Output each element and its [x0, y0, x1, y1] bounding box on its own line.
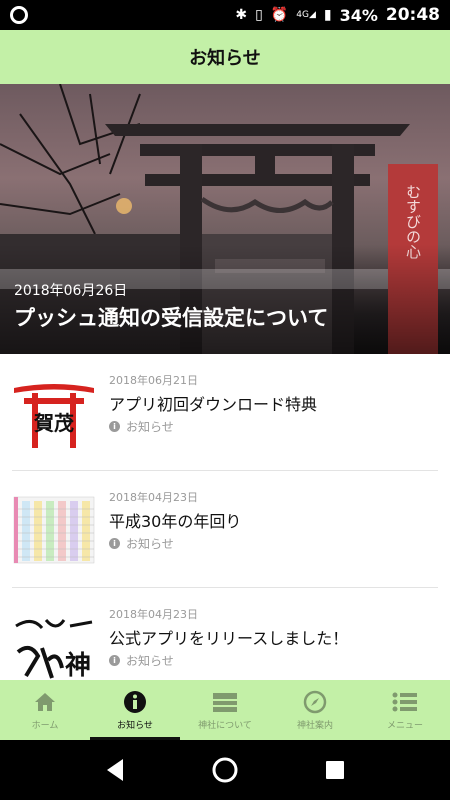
info-icon [123, 690, 147, 714]
recents-icon [326, 761, 344, 779]
battery-icon: ▮ [323, 7, 332, 23]
news-title: アプリ初回ダウンロード特典 [109, 395, 318, 414]
news-thumbnail: 神 [12, 612, 96, 680]
home-icon [33, 690, 57, 714]
tab-label: 神社案内 [296, 720, 333, 731]
news-title: 平成30年の年回り [109, 512, 242, 531]
featured-news-date: 2018年06月26日 [14, 283, 128, 299]
status-bar: ✱ ▯ ⏰ 4G◢ ▮ 34% 20:48 [0, 0, 450, 30]
tab-label: 神社について [198, 720, 252, 731]
tab-label: お知らせ [117, 720, 153, 731]
compass-icon [303, 690, 327, 714]
signal-icon: 4G◢ [296, 10, 316, 20]
news-list: 賀茂 2018年06月21日 アプリ初回ダウンロード特典 i お知らせ 2018… [0, 354, 450, 680]
featured-news-card[interactable]: むすびの心 2018年06月26日 プッシュ通知の受信設定について [0, 84, 450, 354]
featured-news-title: プッシュ通知の受信設定について [14, 306, 329, 330]
back-icon [107, 759, 123, 781]
system-nav-bar [0, 740, 450, 800]
page-title: お知らせ [0, 30, 450, 84]
tab-news[interactable]: お知らせ [90, 680, 180, 740]
thumbnail-calligraphy: 神 [65, 651, 91, 680]
tab-label: メニュー [386, 720, 423, 731]
thumbnail-calligraphy: 賀茂 [33, 411, 74, 435]
shrine-icon [212, 690, 238, 714]
news-category: i お知らせ [109, 418, 438, 435]
info-icon: i [109, 655, 120, 666]
bluetooth-icon: ✱ [235, 7, 248, 23]
info-icon: i [109, 421, 120, 432]
news-thumbnail: 賀茂 [12, 378, 96, 448]
news-date: 2018年04月23日 [109, 608, 198, 621]
news-category: i お知らせ [109, 535, 438, 552]
news-date: 2018年06月21日 [109, 374, 198, 387]
clock: 20:48 [385, 5, 440, 25]
vibrate-icon: ▯ [255, 7, 263, 23]
news-thumbnail [12, 495, 96, 565]
recents-button[interactable] [315, 750, 355, 790]
battery-percent: 34% [339, 5, 378, 25]
list-item[interactable]: 神 2018年04月23日 公式アプリをリリースしました！ i お知らせ [12, 588, 438, 680]
tab-shrine-guide[interactable]: 神社案内 [270, 680, 360, 740]
tab-home[interactable]: ホーム [0, 680, 90, 740]
home-button[interactable] [205, 750, 245, 790]
bottom-tab-bar: ホーム お知らせ 神社について 神社案内 メニュー [0, 680, 450, 740]
status-icons: ✱ ▯ ⏰ 4G◢ ▮ 34% 20:48 [235, 5, 440, 25]
list-item[interactable]: 2018年04月23日 平成30年の年回り i お知らせ [12, 471, 438, 588]
notification-dot-icon [10, 6, 28, 24]
menu-icon [392, 690, 418, 714]
news-title: 公式アプリをリリースしました！ [109, 629, 349, 648]
back-button[interactable] [95, 750, 135, 790]
alarm-icon: ⏰ [270, 7, 289, 23]
news-category: i お知らせ [109, 652, 438, 669]
tab-about-shrine[interactable]: 神社について [180, 680, 270, 740]
tab-label: ホーム [31, 720, 59, 731]
news-date: 2018年04月23日 [109, 491, 198, 504]
home-circle-icon [212, 757, 238, 783]
info-icon: i [109, 538, 120, 549]
list-item[interactable]: 賀茂 2018年06月21日 アプリ初回ダウンロード特典 i お知らせ [12, 354, 438, 471]
tab-menu[interactable]: メニュー [360, 680, 450, 740]
